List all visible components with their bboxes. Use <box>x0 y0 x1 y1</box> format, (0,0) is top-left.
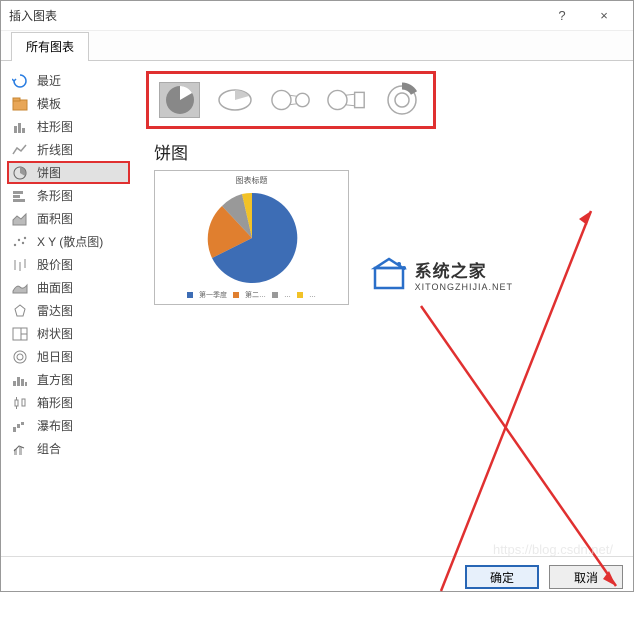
watermark-logo-icon <box>369 254 409 294</box>
sidebar-item-label: 股价图 <box>37 256 73 273</box>
box-plot-icon <box>11 395 29 411</box>
subtype-pie[interactable] <box>159 82 200 118</box>
subtype-pie-of-pie[interactable] <box>270 82 312 118</box>
pie-chart-icon <box>11 165 29 181</box>
sidebar-item-label: 组合 <box>37 440 61 457</box>
csdn-watermark: https://blog.csdn.net/ <box>493 542 613 557</box>
treemap-icon <box>11 326 29 342</box>
line-chart-icon <box>11 142 29 158</box>
sidebar-item-label: 饼图 <box>37 164 61 181</box>
help-button[interactable]: ? <box>541 1 583 31</box>
recent-icon <box>11 73 29 89</box>
sidebar-item-label: 柱形图 <box>37 118 73 135</box>
sidebar-item-label: 曲面图 <box>37 279 73 296</box>
scatter-chart-icon <box>11 234 29 250</box>
surface-chart-icon <box>11 280 29 296</box>
sidebar-item-pie[interactable]: 饼图 <box>7 161 130 184</box>
sidebar-item-label: 面积图 <box>37 210 73 227</box>
sidebar-item-label: 雷达图 <box>37 302 73 319</box>
window-title: 插入图表 <box>9 7 541 24</box>
watermark-text-main: 系统之家 <box>415 257 513 282</box>
stock-chart-icon <box>11 257 29 273</box>
subtype-bar-of-pie[interactable] <box>326 82 368 118</box>
sidebar-item-stock[interactable]: 股价图 <box>7 253 130 276</box>
sidebar-item-templates[interactable]: 模板 <box>7 92 130 115</box>
chart-preview[interactable]: 图表标题 第一季度 第二… … … <box>154 170 349 305</box>
sidebar-item-treemap[interactable]: 树状图 <box>7 322 130 345</box>
sidebar-item-radar[interactable]: 雷达图 <box>7 299 130 322</box>
tab-all-charts[interactable]: 所有图表 <box>11 32 89 61</box>
sunburst-icon <box>11 349 29 365</box>
template-icon <box>11 96 29 112</box>
subtype-pie-3d[interactable] <box>214 82 255 118</box>
sidebar-item-label: 箱形图 <box>37 394 73 411</box>
sidebar-item-combo[interactable]: 组合 <box>7 437 130 460</box>
combo-chart-icon <box>11 441 29 457</box>
sidebar-item-label: 模板 <box>37 95 61 112</box>
sidebar-item-scatter[interactable]: X Y (散点图) <box>7 230 130 253</box>
preview-legend: 第一季度 第二… … … <box>187 290 316 300</box>
cancel-button[interactable]: 取消 <box>549 565 623 589</box>
sidebar-item-label: 直方图 <box>37 371 73 388</box>
radar-chart-icon <box>11 303 29 319</box>
sidebar-item-histogram[interactable]: 直方图 <box>7 368 130 391</box>
ok-button[interactable]: 确定 <box>465 565 539 589</box>
sidebar-item-label: X Y (散点图) <box>37 233 103 250</box>
sidebar-item-label: 瀑布图 <box>37 417 73 434</box>
sidebar-item-column[interactable]: 柱形图 <box>7 115 130 138</box>
sidebar-item-label: 折线图 <box>37 141 73 158</box>
sidebar-item-label: 树状图 <box>37 325 73 342</box>
main-panel: 饼图 图表标题 第一季度 第二… … … <box>136 61 633 556</box>
bar-chart-icon <box>11 188 29 204</box>
sidebar-item-waterfall[interactable]: 瀑布图 <box>7 414 130 437</box>
watermark: 系统之家 XITONGZHIJIA.NET <box>369 254 513 294</box>
sidebar-item-surface[interactable]: 曲面图 <box>7 276 130 299</box>
sidebar-item-sunburst[interactable]: 旭日图 <box>7 345 130 368</box>
sidebar-item-line[interactable]: 折线图 <box>7 138 130 161</box>
sidebar-item-bar[interactable]: 条形图 <box>7 184 130 207</box>
histogram-icon <box>11 372 29 388</box>
sidebar-item-label: 条形图 <box>37 187 73 204</box>
sidebar-item-label: 最近 <box>37 72 61 89</box>
waterfall-icon <box>11 418 29 434</box>
sidebar-item-recent[interactable]: 最近 <box>7 69 130 92</box>
pie-preview-svg <box>202 188 302 288</box>
subtype-doughnut[interactable] <box>382 82 423 118</box>
sidebar-item-label: 旭日图 <box>37 348 73 365</box>
preview-chart-title: 图表标题 <box>236 175 268 186</box>
sidebar-item-area[interactable]: 面积图 <box>7 207 130 230</box>
pie-subtype-row <box>146 71 436 129</box>
column-chart-icon <box>11 119 29 135</box>
section-title: 饼图 <box>154 139 615 164</box>
sidebar: 最近 模板 柱形图 折线图 饼图 条形图 <box>1 61 136 556</box>
sidebar-item-box[interactable]: 箱形图 <box>7 391 130 414</box>
area-chart-icon <box>11 211 29 227</box>
close-button[interactable]: × <box>583 1 625 31</box>
watermark-text-sub: XITONGZHIJIA.NET <box>415 282 513 292</box>
